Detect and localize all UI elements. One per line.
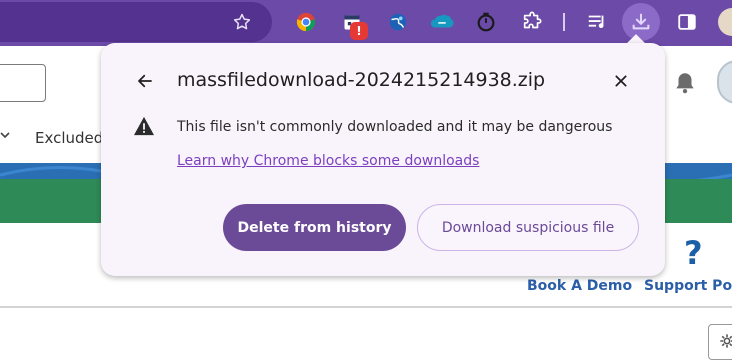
extension-salesforce-icon[interactable] xyxy=(427,7,457,37)
download-icon[interactable] xyxy=(622,3,660,41)
media-control-icon[interactable] xyxy=(582,7,612,37)
learn-more-link[interactable]: Learn why Chrome blocks some downloads xyxy=(177,153,479,169)
download-suspicious-file-button[interactable]: Download suspicious file xyxy=(417,204,639,251)
support-portal-link[interactable]: Support Port xyxy=(644,278,732,294)
gear-icon xyxy=(719,333,732,353)
warning-icon xyxy=(133,116,155,140)
extensions-puzzle-icon[interactable] xyxy=(517,7,547,37)
tab-excluded[interactable]: Excluded xyxy=(35,129,103,147)
page-search-input[interactable] xyxy=(0,64,46,102)
help-icon[interactable]: ? xyxy=(684,234,703,272)
extension-globe-icon[interactable] xyxy=(383,7,413,37)
download-warning-bubble: massfiledownload-2024215214938.zip This … xyxy=(101,43,665,276)
close-icon[interactable] xyxy=(609,69,633,93)
toolbar-separator xyxy=(563,13,565,31)
warning-message: This file isn't commonly downloaded and … xyxy=(177,119,613,135)
browser-toolbar: ! xyxy=(0,0,732,46)
star-icon[interactable] xyxy=(227,7,257,37)
extension-badge: ! xyxy=(350,22,368,40)
bell-icon[interactable] xyxy=(672,70,698,100)
chevron-down-icon[interactable] xyxy=(0,128,10,144)
user-avatar[interactable] xyxy=(717,60,732,104)
side-panel-icon[interactable] xyxy=(672,7,702,37)
delete-from-history-button[interactable]: Delete from history xyxy=(223,204,406,251)
download-filename: massfiledownload-2024215214938.zip xyxy=(177,69,546,91)
settings-button[interactable] xyxy=(708,324,732,360)
extension-chrome-icon[interactable] xyxy=(291,7,321,37)
book-demo-link[interactable]: Book A Demo xyxy=(527,278,632,294)
page-divider xyxy=(0,306,732,308)
back-arrow-icon[interactable] xyxy=(133,69,157,93)
extension-timer-icon[interactable] xyxy=(471,7,501,37)
profile-avatar[interactable] xyxy=(718,8,732,36)
